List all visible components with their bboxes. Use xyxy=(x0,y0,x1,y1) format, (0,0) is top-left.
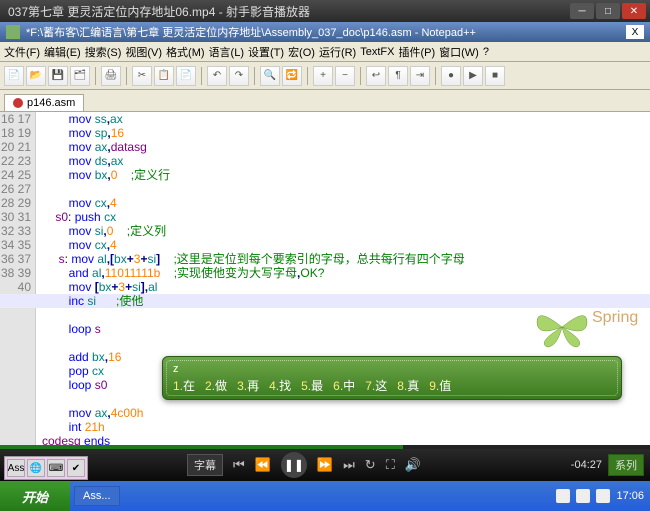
new-file-icon[interactable]: 📄 xyxy=(4,66,24,86)
player-controls: 07:17 字幕 ⏮ ⏪ ❚❚ ⏩ ⏭ ↻ ⛶ 🔊 -04:27 系列 xyxy=(0,449,650,481)
next-button[interactable]: ⏭ xyxy=(343,457,355,473)
menu-settings[interactable]: 设置(T) xyxy=(248,44,284,60)
play-macro-icon[interactable]: ▶ xyxy=(463,66,483,86)
npp-tabbar: p146.asm xyxy=(0,90,650,112)
ime-candidates[interactable]: 1.在 2.做 3.再 4.找 5.最 6.中 7.这 8.真 9.值 xyxy=(173,377,611,394)
menu-language[interactable]: 语言(L) xyxy=(209,44,244,60)
ime-candidate[interactable]: 6.中 xyxy=(333,377,355,394)
fullscreen-button[interactable]: ⛶ xyxy=(386,457,395,473)
npp-toolbar: 📄 📂 💾 🗂 🖨 ✂ 📋 📄 ↶ ↷ 🔍 🔁 + − xyxy=(0,62,650,90)
cut-icon[interactable]: ✂ xyxy=(132,66,152,86)
npp-title: *F:\蓄布客\汇编语言\第七章 更灵活定位内存地址\Assembly_037_… xyxy=(26,24,476,40)
forward-button[interactable]: ⏩ xyxy=(317,457,333,473)
menu-window[interactable]: 窗口(W) xyxy=(439,44,479,60)
npp-titlebar: *F:\蓄布客\汇编语言\第七章 更灵活定位内存地址\Assembly_037_… xyxy=(0,22,650,42)
ime-input: z xyxy=(173,363,611,375)
zoom-out-icon[interactable]: − xyxy=(335,66,355,86)
loop-button[interactable]: ↻ xyxy=(365,457,376,473)
tab-label: p146.asm xyxy=(27,97,75,109)
minimize-button[interactable]: ─ xyxy=(570,3,594,19)
menu-macro[interactable]: 宏(O) xyxy=(288,44,315,60)
menu-file[interactable]: 文件(F) xyxy=(4,44,40,60)
paste-icon[interactable]: 📄 xyxy=(176,66,196,86)
maximize-button[interactable]: □ xyxy=(596,3,620,19)
npp-close-button[interactable]: X xyxy=(626,25,644,39)
npp-app-icon xyxy=(6,25,20,39)
copy-icon[interactable]: 📋 xyxy=(154,66,174,86)
volume-button[interactable]: 🔊 xyxy=(405,457,421,473)
menu-textfx[interactable]: TextFX xyxy=(360,46,394,58)
ime-candidate[interactable]: 8.真 xyxy=(397,377,419,394)
progress-bar[interactable] xyxy=(0,445,650,449)
save-all-icon[interactable]: 🗂 xyxy=(70,66,90,86)
stop-macro-icon[interactable]: ■ xyxy=(485,66,505,86)
record-macro-icon[interactable]: ● xyxy=(441,66,461,86)
menu-search[interactable]: 搜索(S) xyxy=(85,44,122,60)
ime-candidate[interactable]: 4.找 xyxy=(269,377,291,394)
menu-help[interactable]: ? xyxy=(483,46,489,58)
show-chars-icon[interactable]: ¶ xyxy=(388,66,408,86)
indent-icon[interactable]: ⇥ xyxy=(410,66,430,86)
redo-icon[interactable]: ↷ xyxy=(229,66,249,86)
line-gutter: 16 17 18 19 20 21 22 23 24 25 26 27 28 2… xyxy=(0,112,36,449)
print-icon[interactable]: 🖨 xyxy=(101,66,121,86)
player-title: 037第七章 更灵活定位内存地址06.mp4 - 射手影音播放器 xyxy=(4,3,568,20)
save-icon[interactable]: 💾 xyxy=(48,66,68,86)
ime-globe-icon[interactable]: 🌐 xyxy=(27,459,45,477)
close-button[interactable]: ✕ xyxy=(622,3,646,19)
player-titlebar: 037第七章 更灵活定位内存地址06.mp4 - 射手影音播放器 ─ □ ✕ xyxy=(0,0,650,22)
ime-candidate[interactable]: 1.在 xyxy=(173,377,195,394)
windows-taskbar: 开始 Ass... 17:06 xyxy=(0,481,650,511)
pause-button[interactable]: ❚❚ xyxy=(281,452,307,478)
open-file-icon[interactable]: 📂 xyxy=(26,66,46,86)
ime-candidate[interactable]: 7.这 xyxy=(365,377,387,394)
find-icon[interactable]: 🔍 xyxy=(260,66,280,86)
menu-plugins[interactable]: 插件(P) xyxy=(398,44,435,60)
subtitle-button[interactable]: 字幕 xyxy=(187,454,223,476)
ime-opt-icon[interactable]: ✔ xyxy=(67,459,85,477)
ime-kbd-icon[interactable]: ⌨ xyxy=(47,459,65,477)
time-remaining: -04:27 xyxy=(554,459,602,471)
tray-icon[interactable] xyxy=(556,489,570,503)
series-button[interactable]: 系列 xyxy=(608,454,644,476)
taskbar-item[interactable]: Ass... xyxy=(74,486,120,506)
rewind-button[interactable]: ⏪ xyxy=(255,457,271,473)
menu-format[interactable]: 格式(M) xyxy=(166,44,205,60)
tray-icon[interactable] xyxy=(576,489,590,503)
ime-candidate[interactable]: 9.值 xyxy=(429,377,451,394)
wordwrap-icon[interactable]: ↩ xyxy=(366,66,386,86)
ime-candidate-bar: z 1.在 2.做 3.再 4.找 5.最 6.中 7.这 8.真 9.值 xyxy=(162,356,622,400)
prev-button[interactable]: ⏮ xyxy=(233,457,245,473)
clock[interactable]: 17:06 xyxy=(616,490,644,502)
ime-mode-icon[interactable]: Ass xyxy=(7,459,25,477)
menu-view[interactable]: 视图(V) xyxy=(125,44,162,60)
tab-p146[interactable]: p146.asm xyxy=(4,94,84,111)
ime-candidate[interactable]: 5.最 xyxy=(301,377,323,394)
ime-candidate[interactable]: 3.再 xyxy=(237,377,259,394)
replace-icon[interactable]: 🔁 xyxy=(282,66,302,86)
ime-toolbar[interactable]: Ass 🌐 ⌨ ✔ xyxy=(4,456,88,480)
menu-run[interactable]: 运行(R) xyxy=(319,44,356,60)
undo-icon[interactable]: ↶ xyxy=(207,66,227,86)
tray-icon[interactable] xyxy=(596,489,610,503)
start-button[interactable]: 开始 xyxy=(0,481,70,511)
menu-edit[interactable]: 编辑(E) xyxy=(44,44,81,60)
unsaved-icon xyxy=(13,98,23,108)
zoom-in-icon[interactable]: + xyxy=(313,66,333,86)
npp-menubar: 文件(F) 编辑(E) 搜索(S) 视图(V) 格式(M) 语言(L) 设置(T… xyxy=(0,42,650,62)
ime-candidate[interactable]: 2.做 xyxy=(205,377,227,394)
